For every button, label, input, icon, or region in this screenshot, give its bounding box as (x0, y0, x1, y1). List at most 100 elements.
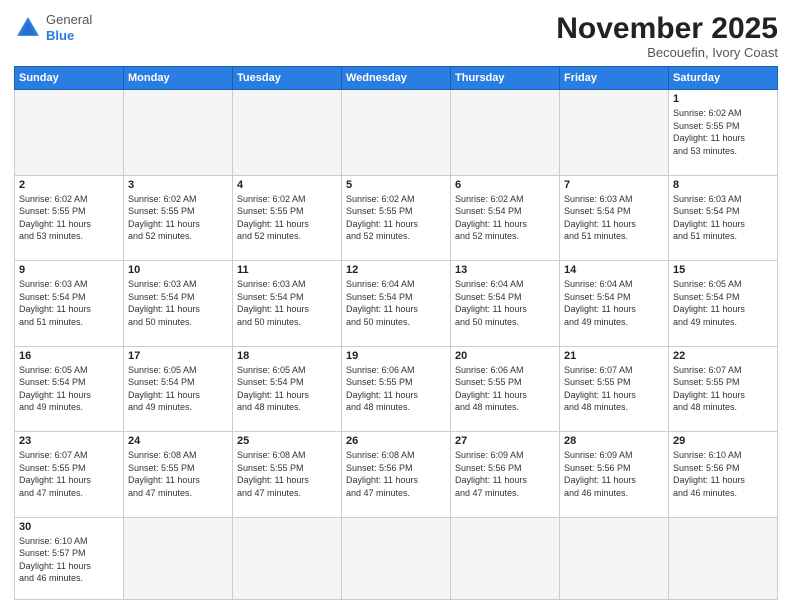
day-info: Sunrise: 6:06 AM Sunset: 5:55 PM Dayligh… (346, 364, 446, 414)
day-number: 23 (19, 435, 119, 447)
calendar-cell: 3 Sunrise: 6:02 AM Sunset: 5:55 PM Daylig… (124, 175, 233, 261)
calendar-cell: 5Sunrise: 6:02 AM Sunset: 5:55 PM Daylig… (342, 175, 451, 261)
calendar-cell (15, 90, 124, 176)
day-info: Sunrise: 6:07 AM Sunset: 5:55 PM Dayligh… (673, 364, 773, 414)
day-info: Sunrise: 6:07 AM Sunset: 5:55 PM Dayligh… (564, 364, 664, 414)
calendar-cell (342, 90, 451, 176)
day-number: 13 (455, 264, 555, 276)
calendar-header-wednesday: Wednesday (342, 67, 451, 90)
calendar-cell: 1Sunrise: 6:02 AM Sunset: 5:55 PM Daylig… (669, 90, 778, 176)
day-number: 9 (19, 264, 119, 276)
day-number: 17 (128, 350, 228, 362)
calendar-header-sunday: Sunday (15, 67, 124, 90)
calendar-cell: 23 Sunrise: 6:07 AM Sunset: 5:55 PM Dayli… (15, 432, 124, 518)
calendar-cell (233, 517, 342, 600)
calendar-cell: 24Sunrise: 6:08 AM Sunset: 5:55 PM Dayli… (124, 432, 233, 518)
day-number: 6 (455, 179, 555, 191)
calendar-cell: 19 Sunrise: 6:06 AM Sunset: 5:55 PM Dayli… (342, 346, 451, 432)
day-number: 4 (237, 179, 337, 191)
title-section: November 2025 Becouefin, Ivory Coast (556, 12, 778, 60)
calendar-cell (669, 517, 778, 600)
calendar-cell (342, 517, 451, 600)
calendar-header-row: SundayMondayTuesdayWednesdayThursdayFrid… (15, 67, 778, 90)
calendar-cell (233, 90, 342, 176)
day-number: 25 (237, 435, 337, 447)
day-info: Sunrise: 6:09 AM Sunset: 5:56 PM Dayligh… (455, 449, 555, 499)
day-info: Sunrise: 6:05 AM Sunset: 5:54 PM Dayligh… (19, 364, 119, 414)
day-info: Sunrise: 6:03 AM Sunset: 5:54 PM Dayligh… (128, 278, 228, 328)
day-info: Sunrise: 6:07 AM Sunset: 5:55 PM Dayligh… (19, 449, 119, 499)
calendar-cell: 7 Sunrise: 6:03 AM Sunset: 5:54 PM Daylig… (560, 175, 669, 261)
calendar-cell (124, 517, 233, 600)
calendar-cell: 13Sunrise: 6:04 AM Sunset: 5:54 PM Dayli… (451, 261, 560, 347)
calendar-week-row: 23 Sunrise: 6:07 AM Sunset: 5:55 PM Dayli… (15, 432, 778, 518)
day-number: 3 (128, 179, 228, 191)
calendar-cell: 10 Sunrise: 6:03 AM Sunset: 5:54 PM Dayli… (124, 261, 233, 347)
calendar-table: SundayMondayTuesdayWednesdayThursdayFrid… (14, 66, 778, 600)
day-info: Sunrise: 6:02 AM Sunset: 5:55 PM Dayligh… (128, 193, 228, 243)
calendar-cell: 17 Sunrise: 6:05 AM Sunset: 5:54 PM Dayli… (124, 346, 233, 432)
day-number: 1 (673, 93, 773, 105)
day-number: 19 (346, 350, 446, 362)
day-info: Sunrise: 6:03 AM Sunset: 5:54 PM Dayligh… (564, 193, 664, 243)
day-number: 15 (673, 264, 773, 276)
calendar-cell: 2Sunrise: 6:02 AM Sunset: 5:55 PM Daylig… (15, 175, 124, 261)
day-info: Sunrise: 6:08 AM Sunset: 5:56 PM Dayligh… (346, 449, 446, 499)
calendar-week-row: 9 Sunrise: 6:03 AM Sunset: 5:54 PM Daylig… (15, 261, 778, 347)
day-info: Sunrise: 6:03 AM Sunset: 5:54 PM Dayligh… (237, 278, 337, 328)
day-number: 10 (128, 264, 228, 276)
day-info: Sunrise: 6:02 AM Sunset: 5:55 PM Dayligh… (237, 193, 337, 243)
calendar-cell: 29Sunrise: 6:10 AM Sunset: 5:56 PM Dayli… (669, 432, 778, 518)
calendar-cell: 12 Sunrise: 6:04 AM Sunset: 5:54 PM Dayli… (342, 261, 451, 347)
calendar-cell: 21Sunrise: 6:07 AM Sunset: 5:55 PM Dayli… (560, 346, 669, 432)
calendar-cell (560, 90, 669, 176)
day-info: Sunrise: 6:06 AM Sunset: 5:55 PM Dayligh… (455, 364, 555, 414)
day-info: Sunrise: 6:02 AM Sunset: 5:54 PM Dayligh… (455, 193, 555, 243)
day-info: Sunrise: 6:10 AM Sunset: 5:57 PM Dayligh… (19, 535, 119, 585)
day-number: 12 (346, 264, 446, 276)
day-number: 22 (673, 350, 773, 362)
calendar-week-row: 1Sunrise: 6:02 AM Sunset: 5:55 PM Daylig… (15, 90, 778, 176)
location: Becouefin, Ivory Coast (556, 45, 778, 60)
day-number: 30 (19, 521, 119, 533)
calendar-cell: 28Sunrise: 6:09 AM Sunset: 5:56 PM Dayli… (560, 432, 669, 518)
calendar-cell: 25 Sunrise: 6:08 AM Sunset: 5:55 PM Dayli… (233, 432, 342, 518)
calendar-cell: 30 Sunrise: 6:10 AM Sunset: 5:57 PM Dayli… (15, 517, 124, 600)
logo: General Blue (14, 12, 92, 43)
calendar-cell: 6 Sunrise: 6:02 AM Sunset: 5:54 PM Daylig… (451, 175, 560, 261)
calendar-header-friday: Friday (560, 67, 669, 90)
calendar-header-thursday: Thursday (451, 67, 560, 90)
day-info: Sunrise: 6:04 AM Sunset: 5:54 PM Dayligh… (346, 278, 446, 328)
day-info: Sunrise: 6:08 AM Sunset: 5:55 PM Dayligh… (237, 449, 337, 499)
day-info: Sunrise: 6:03 AM Sunset: 5:54 PM Dayligh… (19, 278, 119, 328)
day-info: Sunrise: 6:05 AM Sunset: 5:54 PM Dayligh… (128, 364, 228, 414)
header: General Blue November 2025 Becouefin, Iv… (14, 12, 778, 60)
calendar-header-monday: Monday (124, 67, 233, 90)
day-number: 7 (564, 179, 664, 191)
calendar-cell: 22 Sunrise: 6:07 AM Sunset: 5:55 PM Dayli… (669, 346, 778, 432)
day-info: Sunrise: 6:04 AM Sunset: 5:54 PM Dayligh… (564, 278, 664, 328)
calendar-cell (560, 517, 669, 600)
calendar-cell: 15Sunrise: 6:05 AM Sunset: 5:54 PM Dayli… (669, 261, 778, 347)
calendar-cell (451, 517, 560, 600)
calendar-cell (124, 90, 233, 176)
day-number: 18 (237, 350, 337, 362)
page: General Blue November 2025 Becouefin, Iv… (0, 0, 792, 612)
day-number: 14 (564, 264, 664, 276)
day-info: Sunrise: 6:08 AM Sunset: 5:55 PM Dayligh… (128, 449, 228, 499)
calendar-cell: 11Sunrise: 6:03 AM Sunset: 5:54 PM Dayli… (233, 261, 342, 347)
calendar-week-row: 16Sunrise: 6:05 AM Sunset: 5:54 PM Dayli… (15, 346, 778, 432)
month-title: November 2025 (556, 12, 778, 45)
day-number: 29 (673, 435, 773, 447)
calendar-week-row: 30 Sunrise: 6:10 AM Sunset: 5:57 PM Dayli… (15, 517, 778, 600)
calendar-cell: 16Sunrise: 6:05 AM Sunset: 5:54 PM Dayli… (15, 346, 124, 432)
logo-general: General (46, 12, 92, 27)
calendar-cell: 14 Sunrise: 6:04 AM Sunset: 5:54 PM Dayli… (560, 261, 669, 347)
calendar-cell: 27Sunrise: 6:09 AM Sunset: 5:56 PM Dayli… (451, 432, 560, 518)
day-number: 28 (564, 435, 664, 447)
day-info: Sunrise: 6:02 AM Sunset: 5:55 PM Dayligh… (19, 193, 119, 243)
day-number: 20 (455, 350, 555, 362)
calendar-cell: 8Sunrise: 6:03 AM Sunset: 5:54 PM Daylig… (669, 175, 778, 261)
logo-icon (14, 14, 42, 42)
calendar-header-tuesday: Tuesday (233, 67, 342, 90)
